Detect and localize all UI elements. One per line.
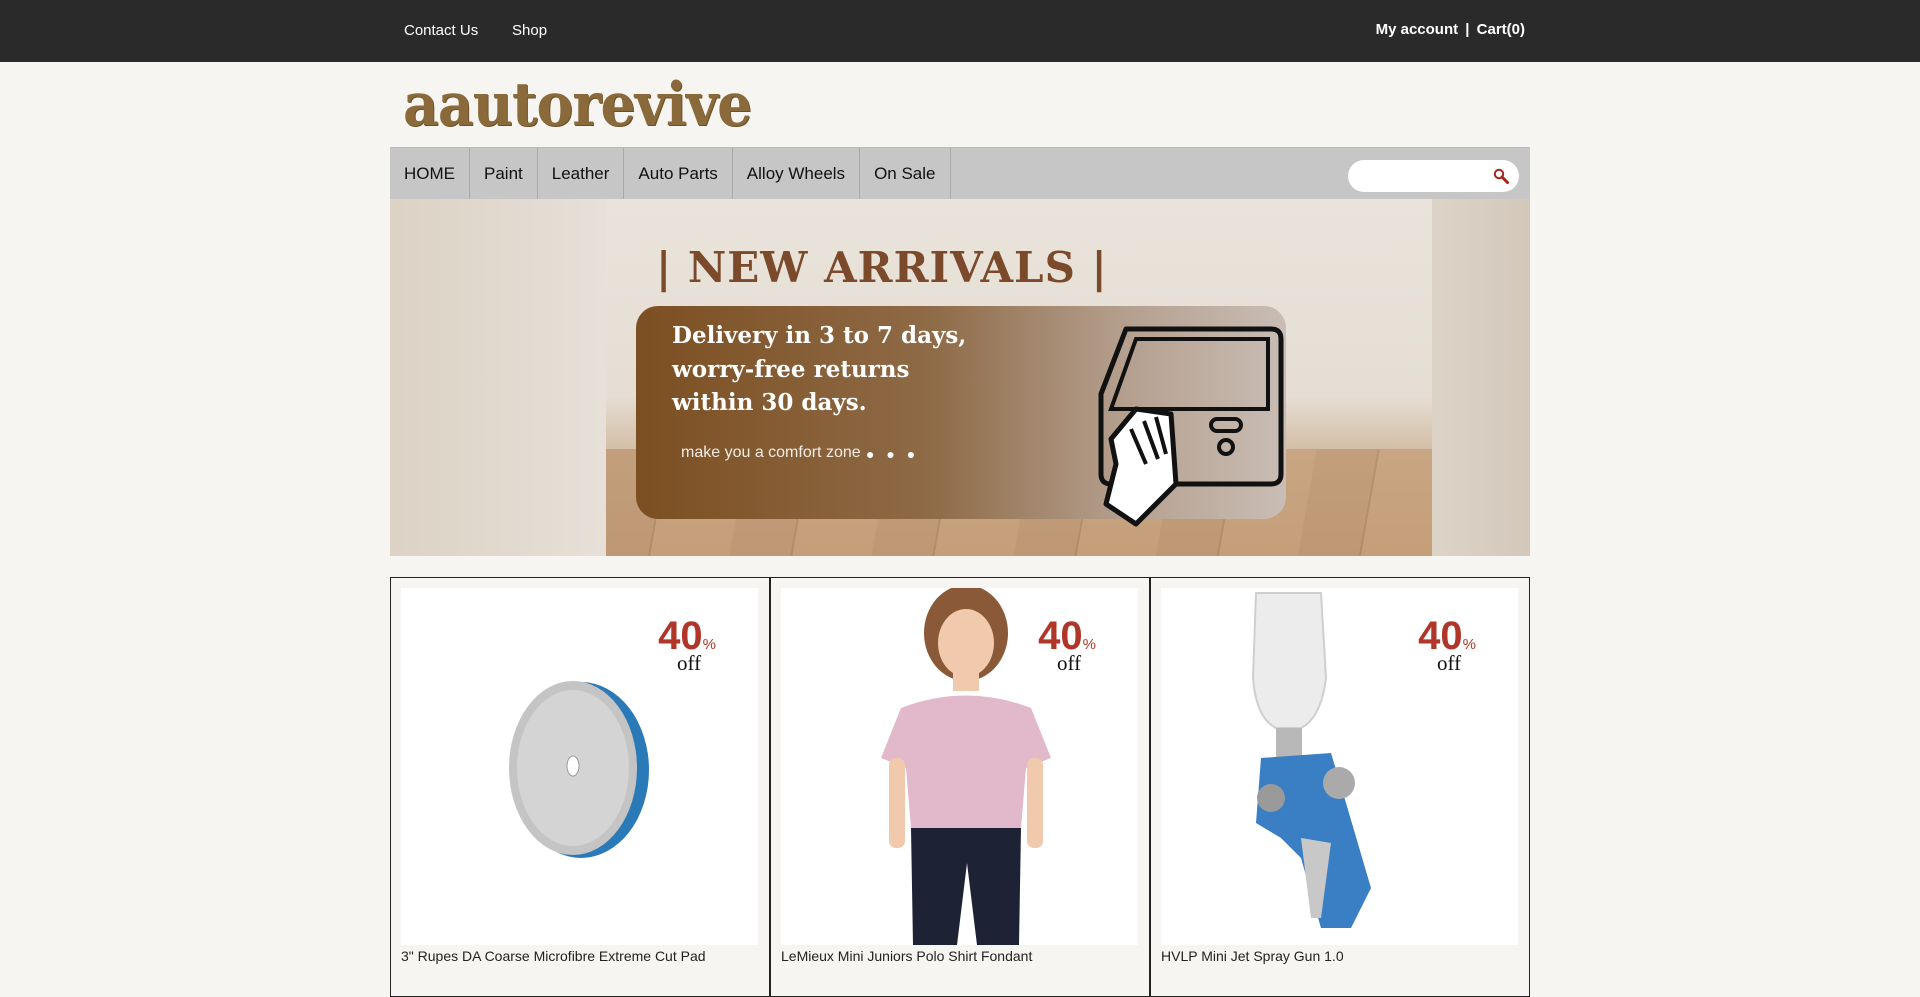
nav-item-paint[interactable]: Paint xyxy=(470,148,538,200)
discount-percent: % xyxy=(702,636,716,653)
contact-us-link[interactable]: Contact Us xyxy=(404,22,478,39)
search-box xyxy=(1348,160,1519,192)
car-door-wipe-icon xyxy=(1098,326,1284,527)
product-grid: 40% off 3" Rupes DA Coarse Microfibre Ex… xyxy=(390,577,1530,997)
nav-item-auto-parts[interactable]: Auto Parts xyxy=(624,148,733,200)
nav-item-home[interactable]: HOME xyxy=(390,148,470,200)
product-image[interactable]: 40% off xyxy=(781,588,1138,945)
product-name[interactable]: HVLP Mini Jet Spray Gun 1.0 xyxy=(1161,948,1344,964)
main-nav: HOME Paint Leather Auto Parts Alloy Whee… xyxy=(390,147,1530,200)
discount-badge: 40% off xyxy=(658,614,716,676)
nav-item-alloy-wheels[interactable]: Alloy Wheels xyxy=(733,148,861,200)
account-cart: My account | Cart(0) xyxy=(1376,21,1525,38)
banner-line-1: Delivery in 3 to 7 days, xyxy=(672,322,967,349)
product-name[interactable]: 3" Rupes DA Coarse Microfibre Extreme Cu… xyxy=(401,948,706,964)
cart-link[interactable]: Cart(0) xyxy=(1477,21,1525,38)
discount-percent: % xyxy=(1082,636,1096,653)
banner-line-2: worry-free returns xyxy=(672,356,910,383)
product-card[interactable]: 40% off LeMieux Mini Juniors Polo Shirt … xyxy=(770,577,1150,997)
banner-dots: ● ● ● xyxy=(866,446,920,462)
product-image[interactable]: 40% off xyxy=(1161,588,1518,945)
discount-badge: 40% off xyxy=(1038,614,1096,676)
search-input[interactable] xyxy=(1358,166,1483,186)
top-bar: Contact Us Shop My account | Cart(0) xyxy=(0,0,1920,62)
site-logo[interactable]: aautorevive xyxy=(403,70,752,140)
product-card[interactable]: 40% off 3" Rupes DA Coarse Microfibre Ex… xyxy=(390,577,770,997)
product-card[interactable]: 40% off HVLP Mini Jet Spray Gun 1.0 xyxy=(1150,577,1530,997)
banner-image: | NEW ARRIVALS | Delivery in 3 to 7 days… xyxy=(606,199,1432,556)
search-icon[interactable] xyxy=(1493,168,1509,184)
separator: | xyxy=(1465,21,1470,38)
product-name[interactable]: LeMieux Mini Juniors Polo Shirt Fondant xyxy=(781,948,1032,964)
shop-link[interactable]: Shop xyxy=(512,22,547,39)
discount-percent: % xyxy=(1462,636,1476,653)
discount-badge: 40% off xyxy=(1418,614,1476,676)
nav-item-on-sale[interactable]: On Sale xyxy=(860,148,951,200)
nav-item-leather[interactable]: Leather xyxy=(538,148,625,200)
banner-tagline: make you a comfort zone xyxy=(681,444,861,461)
product-image[interactable]: 40% off xyxy=(401,588,758,945)
banner-line-3: within 30 days. xyxy=(672,389,867,416)
my-account-link[interactable]: My account xyxy=(1376,21,1459,38)
banner-title: | NEW ARRIVALS | xyxy=(656,243,1108,292)
hero-banner[interactable]: | NEW ARRIVALS | Delivery in 3 to 7 days… xyxy=(390,199,1530,556)
